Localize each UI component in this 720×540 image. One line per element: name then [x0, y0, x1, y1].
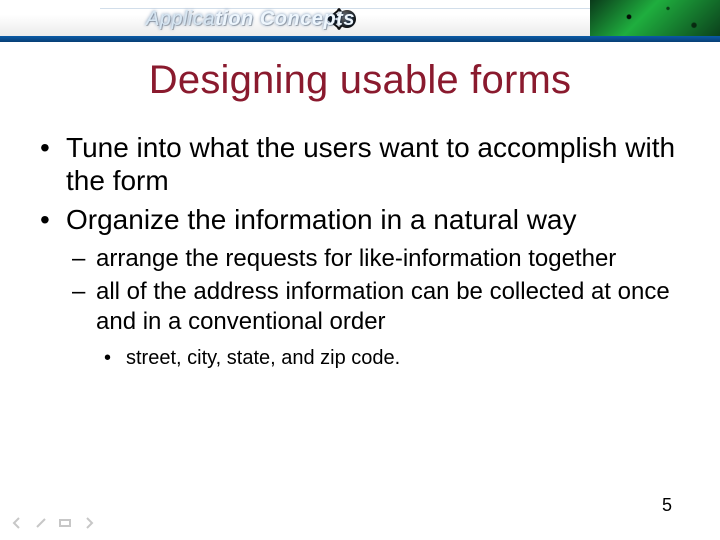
prev-slide-icon[interactable] [10, 516, 24, 530]
page-number: 5 [662, 495, 672, 516]
nav-controls [10, 516, 96, 530]
slide-title: Designing usable forms [0, 58, 720, 103]
bullet-text: arrange the requests for like-informatio… [96, 245, 616, 272]
bullet-text: all of the address information can be co… [96, 278, 670, 334]
bullet-item: arrange the requests for like-informatio… [96, 244, 690, 273]
banner-decoration [590, 0, 720, 42]
next-slide-icon[interactable] [82, 516, 96, 530]
slide-banner: Application Concepts [0, 0, 720, 42]
bullet-item: Organize the information in a natural wa… [66, 203, 690, 371]
banner-title-emph: tion Concepts [215, 8, 355, 30]
pen-icon[interactable] [34, 516, 48, 530]
bullet-item: all of the address information can be co… [96, 277, 690, 371]
banner-title-prefix: Applica [146, 8, 215, 30]
menu-icon[interactable] [58, 516, 72, 530]
slide-body: Tune into what the users want to accompl… [30, 131, 690, 371]
bullet-item: street, city, state, and zip code. [126, 346, 690, 371]
bullet-text: Organize the information in a natural wa… [66, 204, 577, 235]
bullet-item: Tune into what the users want to accompl… [66, 131, 690, 197]
banner-title: Application Concepts [146, 8, 355, 31]
bullet-text: Tune into what the users want to accompl… [66, 132, 675, 196]
bullet-text: street, city, state, and zip code. [126, 347, 400, 369]
